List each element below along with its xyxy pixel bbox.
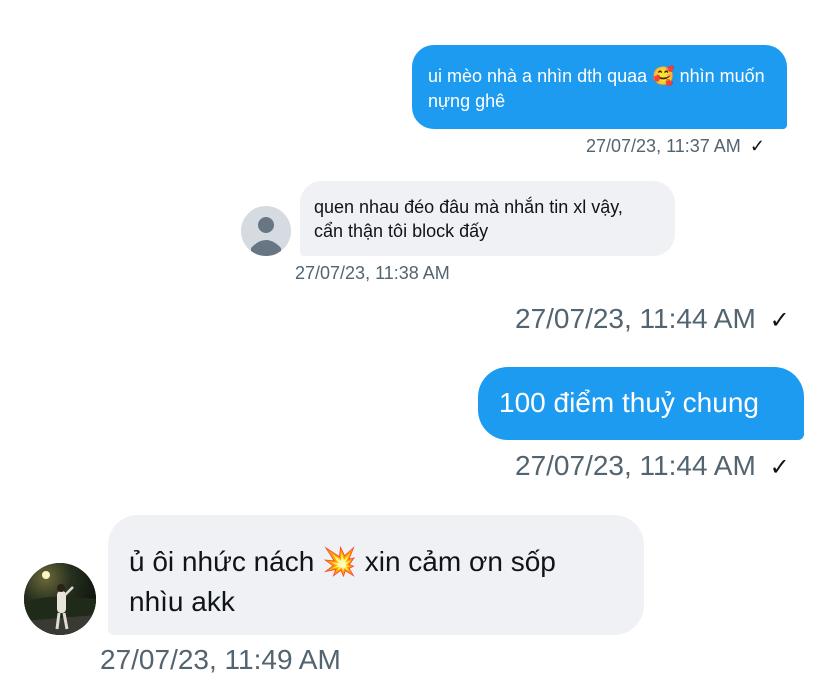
message-bubble-sent[interactable]: ui mèo nhà a nhìn dth quaa 🥰 nhìn muốn n… xyxy=(412,45,787,129)
message-timestamp: 27/07/23, 11:44 AM ✓ xyxy=(515,449,815,485)
check-icon: ✓ xyxy=(749,136,765,156)
avatar[interactable] xyxy=(241,206,291,256)
message-text: quen nhau đéo đâu mà nhắn tin xl vậy, cẩ… xyxy=(314,197,623,241)
message-timestamp: 27/07/23, 11:44 AM ✓ xyxy=(515,302,815,338)
message-text: ủ ôi nhức nách 💥 xin cảm ơn sốp nhìu akk xyxy=(129,546,556,617)
default-avatar-icon xyxy=(241,206,291,256)
message-timestamp: 27/07/23, 11:37 AM ✓ xyxy=(586,133,786,159)
message-text: 100 điểm thuỷ chung xyxy=(499,387,759,418)
avatar[interactable] xyxy=(24,563,96,635)
check-icon: ✓ xyxy=(769,307,790,334)
check-icon: ✓ xyxy=(769,454,790,481)
message-timestamp: 27/07/23, 11:49 AM xyxy=(100,644,341,675)
photo-avatar-icon xyxy=(24,563,96,635)
message-bubble-sent[interactable]: 100 điểm thuỷ chung xyxy=(478,367,804,440)
message-text: ui mèo nhà a nhìn dth quaa 🥰 nhìn muốn n… xyxy=(428,66,765,111)
message-bubble-received[interactable]: ủ ôi nhức nách 💥 xin cảm ơn sốp nhìu akk xyxy=(108,515,644,635)
message-timestamp: 27/07/23, 11:38 AM xyxy=(295,263,450,283)
message-bubble-received[interactable]: quen nhau đéo đâu mà nhắn tin xl vậy, cẩ… xyxy=(300,181,675,256)
